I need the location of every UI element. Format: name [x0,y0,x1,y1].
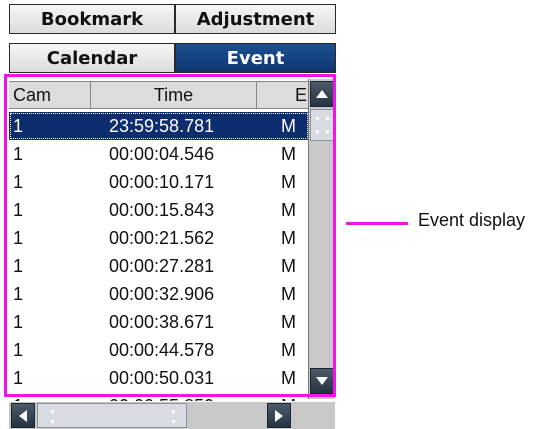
tab-calendar[interactable]: Calendar [9,43,175,73]
cell-cam: 1 [13,116,24,136]
horizontal-scroll-thumb[interactable] [37,403,187,428]
cell-event: M [281,284,296,304]
column-header-time[interactable]: Time [91,82,257,108]
cell-cam: 1 [13,368,24,388]
scroll-right-button[interactable] [267,403,291,428]
arrow-right-icon [275,409,283,422]
cell-cam: 1 [13,312,24,332]
table-row[interactable]: 1 00:00:55.859 M [9,392,309,401]
cell-cam: 1 [13,172,24,192]
cell-time: 00:00:55.859 [109,392,214,401]
cell-event: M [281,256,296,276]
cell-time: 00:00:38.671 [109,312,215,332]
column-header-event[interactable]: E [257,82,309,108]
tab-calendar-label: Calendar [46,47,138,69]
tab-bookmark[interactable]: Bookmark [9,4,175,34]
column-header-cam[interactable]: Cam [9,82,91,108]
table-row[interactable]: 1 00:00:32.906 M [9,280,309,308]
table-row[interactable]: 1 00:00:04.546 M [9,140,309,168]
tab-bookmark-label: Bookmark [40,8,144,30]
event-rows: 1 23:59:58.781 M 1 00:00:04.546 M 1 00:00:10.17… [9,109,309,401]
cell-time: 00:00:15.843 [109,200,215,220]
scroll-left-button[interactable] [11,403,35,428]
cell-event: M [281,392,296,401]
tab-event-label: Event [226,47,285,69]
arrow-down-icon [316,377,328,385]
cell-cam: 1 [13,144,24,164]
vertical-scroll-thumb[interactable] [310,109,334,141]
grid-header: Cam Time E [9,81,309,109]
cell-cam: 1 [13,200,24,220]
cell-time: 00:00:44.578 [109,340,215,360]
table-row[interactable]: 1 00:00:15.843 M [9,196,309,224]
table-row[interactable]: 1 00:00:27.281 M [9,252,309,280]
cell-cam: 1 [13,256,24,276]
tab-event[interactable]: Event [175,43,336,73]
table-row[interactable]: 1 00:00:10.171 M [9,168,309,196]
tab-adjustment-label: Adjustment [196,8,315,30]
cell-time: 00:00:21.562 [109,228,215,248]
cell-cam: 1 [13,340,24,360]
table-row[interactable]: 1 00:00:38.671 M [9,308,309,336]
cell-event: M [281,368,296,388]
cell-time: 00:00:50.031 [109,368,215,388]
table-row[interactable]: 1 00:00:50.031 M [9,364,309,392]
cell-cam: 1 [13,284,24,304]
tab-adjustment[interactable]: Adjustment [175,4,336,34]
cell-event: M [281,172,296,192]
callout-label: Event display [418,210,526,230]
cell-time: 00:00:27.281 [109,256,215,276]
table-row[interactable]: 1 23:59:58.781 M [9,112,309,140]
cell-time: 00:00:32.906 [109,284,215,304]
event-list-panel: Cam Time E 1 23:59:58.781 M 1 00:00:04.546 M 1… [9,76,335,402]
horizontal-scrollbar[interactable] [9,402,335,429]
arrow-left-icon [19,409,27,422]
scroll-up-button[interactable] [310,81,334,107]
table-row[interactable]: 1 00:00:21.562 M [9,224,309,252]
callout-line [346,222,408,225]
cell-event: M [281,228,296,248]
cell-event: M [281,312,296,332]
cell-cam: 1 [13,228,24,248]
cell-time: 00:00:10.171 [109,172,215,192]
cell-event: M [281,340,296,360]
cell-event: M [281,116,296,136]
scroll-down-button[interactable] [310,368,334,394]
cell-event: M [281,144,296,164]
arrow-up-icon [316,90,328,98]
table-row[interactable]: 1 00:00:44.578 M [9,336,309,364]
vertical-scrollbar[interactable] [308,79,335,399]
cell-time: 23:59:58.781 [109,116,215,136]
cell-event: M [281,200,296,220]
cell-time: 00:00:04.546 [109,144,215,164]
cell-cam: 1 [13,392,23,401]
